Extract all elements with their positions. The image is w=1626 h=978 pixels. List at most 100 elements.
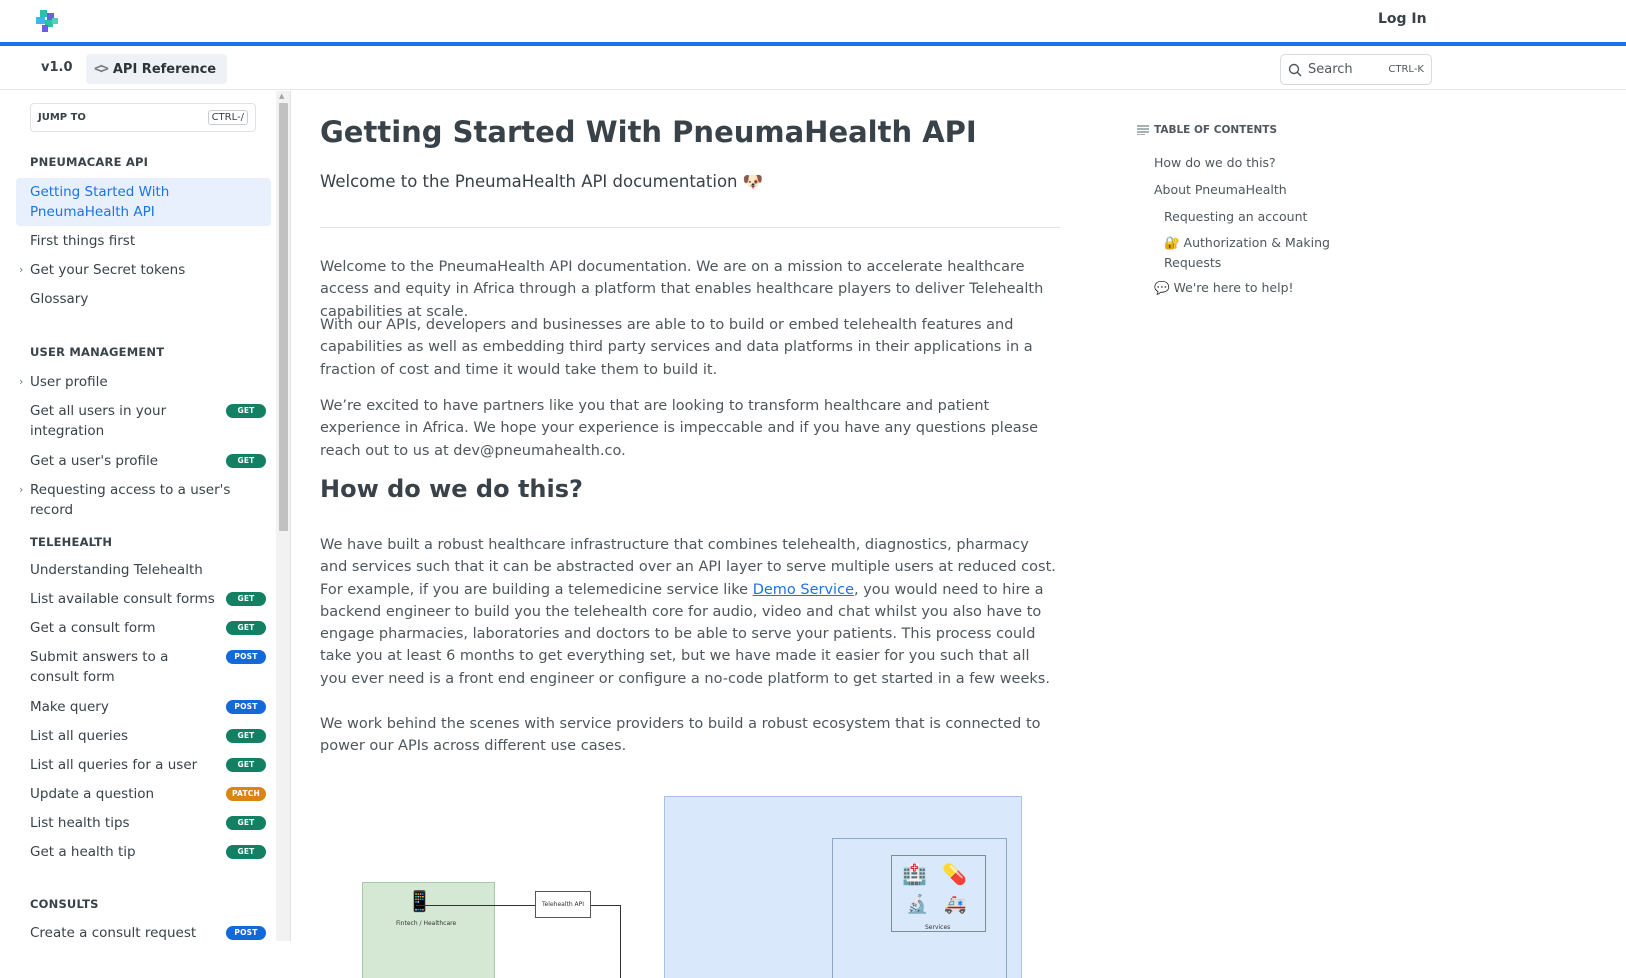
section-title-telehealth: TELEHEALTH [30, 535, 113, 549]
jump-to-shortcut: CTRL-/ [207, 110, 248, 125]
sidebar-item-list-consult-forms[interactable]: List available consult forms GET [16, 589, 271, 609]
pill-icon: 💊 [942, 862, 967, 886]
api-reference-tab[interactable]: <> API Reference [86, 54, 228, 84]
method-badge: GET [226, 404, 266, 418]
sidebar-item-user-profile[interactable]: › User profile [16, 372, 271, 392]
sidebar-item-list-queries-user[interactable]: List all queries for a user GET [16, 755, 271, 775]
toc-item-requesting-account[interactable]: Requesting an account [1164, 207, 1307, 227]
subnav-bar: v1.0 <> API Reference Search CTRL-K [0, 50, 1626, 90]
sidebar-item-label: Get your Secret tokens [30, 262, 186, 278]
method-badge: GET [226, 845, 266, 859]
sidebar-item-label: Update a question [30, 786, 155, 802]
demo-service-link[interactable]: Demo Service [753, 582, 854, 598]
sidebar-item-create-consult-request[interactable]: Create a consult request POST [16, 923, 271, 941]
hospital-icon: 🏥 [902, 862, 927, 886]
sidebar-item-get-all-users[interactable]: Get all users in your integration GET [16, 401, 271, 441]
sidebar-item-label: Get a user's profile [30, 453, 159, 469]
how-paragraph-2: We work behind the scenes with service p… [320, 716, 1041, 755]
version-selector[interactable]: v1.0 [41, 60, 73, 75]
diagram-services-label: Services [925, 924, 951, 931]
intro-paragraph-2: With our APIs, developers and businesses… [320, 317, 1033, 378]
search-shortcut: CTRL-K [1388, 64, 1424, 75]
sidebar-item-first-things-first[interactable]: First things first [16, 231, 271, 251]
chevron-right-icon[interactable]: › [19, 372, 23, 392]
toc-item-help[interactable]: 💬 We're here to help! [1154, 278, 1294, 298]
sidebar-item-label: Glossary [30, 291, 89, 307]
sidebar-item-label: List all queries [30, 728, 129, 744]
toc-item-how[interactable]: How do we do this? [1154, 153, 1276, 173]
toc-item-about[interactable]: About PneumaHealth [1154, 180, 1287, 200]
toc-title: TABLE OF CONTENTS [1137, 124, 1277, 136]
scroll-up-arrow-icon[interactable]: ▲ [279, 92, 284, 100]
search-label: Search [1308, 62, 1353, 77]
toc-item-authorization[interactable]: 🔐 Authorization & Making Requests [1164, 233, 1339, 273]
sidebar-item-label: Requesting access to a user's record [30, 482, 231, 518]
sidebar-item-get-consult-form[interactable]: Get a consult form GET [16, 618, 271, 638]
method-badge: GET [226, 454, 266, 468]
section-title-pneumacare-api: PNEUMACARE API [30, 155, 149, 169]
sidebar-item-label: User profile [30, 374, 108, 390]
diagram-platform-box: 🏥 💊 🔬 🚑 Services [664, 796, 1022, 978]
method-badge: GET [226, 621, 266, 635]
api-reference-label: API Reference [112, 61, 217, 77]
how-paragraph-1: We have built a robust healthcare infras… [320, 534, 1060, 690]
page-subtitle: Welcome to the PneumaHealth API document… [320, 172, 764, 191]
method-badge: GET [226, 729, 266, 743]
sidebar-item-label: Get all users in your integration [30, 403, 167, 439]
sidebar-item-label: First things first [30, 233, 136, 249]
sidebar-item-make-query[interactable]: Make query POST [16, 697, 271, 717]
intro-paragraph-1: Welcome to the PneumaHealth API document… [320, 259, 1044, 320]
microscope-icon: 🔬 [906, 894, 929, 915]
sidebar-item-label: Getting Started With PneumaHealth API [30, 184, 170, 220]
sidebar-item-label: List available consult forms [30, 591, 215, 607]
sidebar-item-glossary[interactable]: Glossary [16, 289, 271, 309]
sidebar-nav: JUMP TO CTRL-/ PNEUMACARE API Getting St… [0, 91, 278, 941]
sidebar-item-get-user-profile[interactable]: Get a user's profile GET [16, 451, 271, 471]
jump-to-input[interactable]: JUMP TO CTRL-/ [30, 103, 256, 132]
pneumahealth-logo[interactable] [36, 10, 60, 32]
sidebar-item-get-health-tip[interactable]: Get a health tip GET [16, 842, 271, 862]
sidebar-item-label: List health tips [30, 815, 130, 831]
jump-to-label: JUMP TO [38, 112, 86, 123]
sidebar-item-label: Get a health tip [30, 844, 136, 860]
app-icon: 📱 [407, 889, 432, 913]
sidebar-item-requesting-access[interactable]: › Requesting access to a user's record [16, 480, 271, 520]
sidebar-item-list-queries[interactable]: List all queries GET [16, 726, 271, 746]
sidebar-item-list-health-tips[interactable]: List health tips GET [16, 813, 271, 833]
sidebar-item-label: Understanding Telehealth [30, 562, 203, 578]
search-button[interactable]: Search CTRL-K [1280, 54, 1432, 85]
diagram-client-label: Fintech / Healthcare [396, 920, 457, 927]
diagram-connector [591, 905, 621, 906]
chevron-right-icon[interactable]: › [19, 260, 23, 280]
method-badge: PATCH [226, 787, 266, 801]
sidebar-scrollbar[interactable]: ▲ [276, 91, 291, 941]
chevron-right-icon[interactable]: › [19, 480, 23, 500]
sidebar-item-secret-tokens[interactable]: › Get your Secret tokens [16, 260, 271, 280]
divider [320, 227, 1060, 228]
diagram-api-box: Telehealth API [535, 891, 591, 918]
ecosystem-diagram: 🏥 💊 🔬 🚑 Services 📱 Fintech / Healthcare … [320, 796, 1060, 978]
sidebar-item-label: Create a consult request [30, 925, 197, 941]
sidebar-item-label: List all queries for a user [30, 757, 198, 773]
page-title: Getting Started With PneumaHealth API [320, 115, 977, 149]
diagram-services-box: 🏥 💊 🔬 🚑 Services [832, 838, 1007, 978]
sidebar-item-submit-answers[interactable]: Submit answers to a consult form POST [16, 647, 271, 687]
how-heading: How do we do this? [320, 475, 583, 503]
toc-title-label: TABLE OF CONTENTS [1154, 124, 1278, 136]
diagram-connector [416, 905, 535, 906]
scrollbar-thumb[interactable] [279, 103, 288, 531]
sidebar-item-label: Get a consult form [30, 620, 156, 636]
method-badge: GET [226, 816, 266, 830]
method-badge: GET [226, 592, 266, 606]
section-title-user-management: USER MANAGEMENT [30, 345, 165, 359]
login-link[interactable]: Log In [1378, 11, 1427, 27]
intro-paragraph-3: We’re excited to have partners like you … [320, 398, 1039, 459]
sidebar-item-update-question[interactable]: Update a question PATCH [16, 784, 271, 804]
method-badge: POST [226, 650, 266, 664]
sidebar-item-getting-started[interactable]: Getting Started With PneumaHealth API [16, 178, 271, 226]
method-badge: POST [226, 926, 266, 940]
sidebar-item-understanding-telehealth[interactable]: Understanding Telehealth [16, 560, 271, 580]
diagram-client-box: 📱 Fintech / Healthcare [362, 882, 495, 978]
top-header: Log In [0, 0, 1626, 46]
sidebar-item-label: Make query [30, 699, 109, 715]
